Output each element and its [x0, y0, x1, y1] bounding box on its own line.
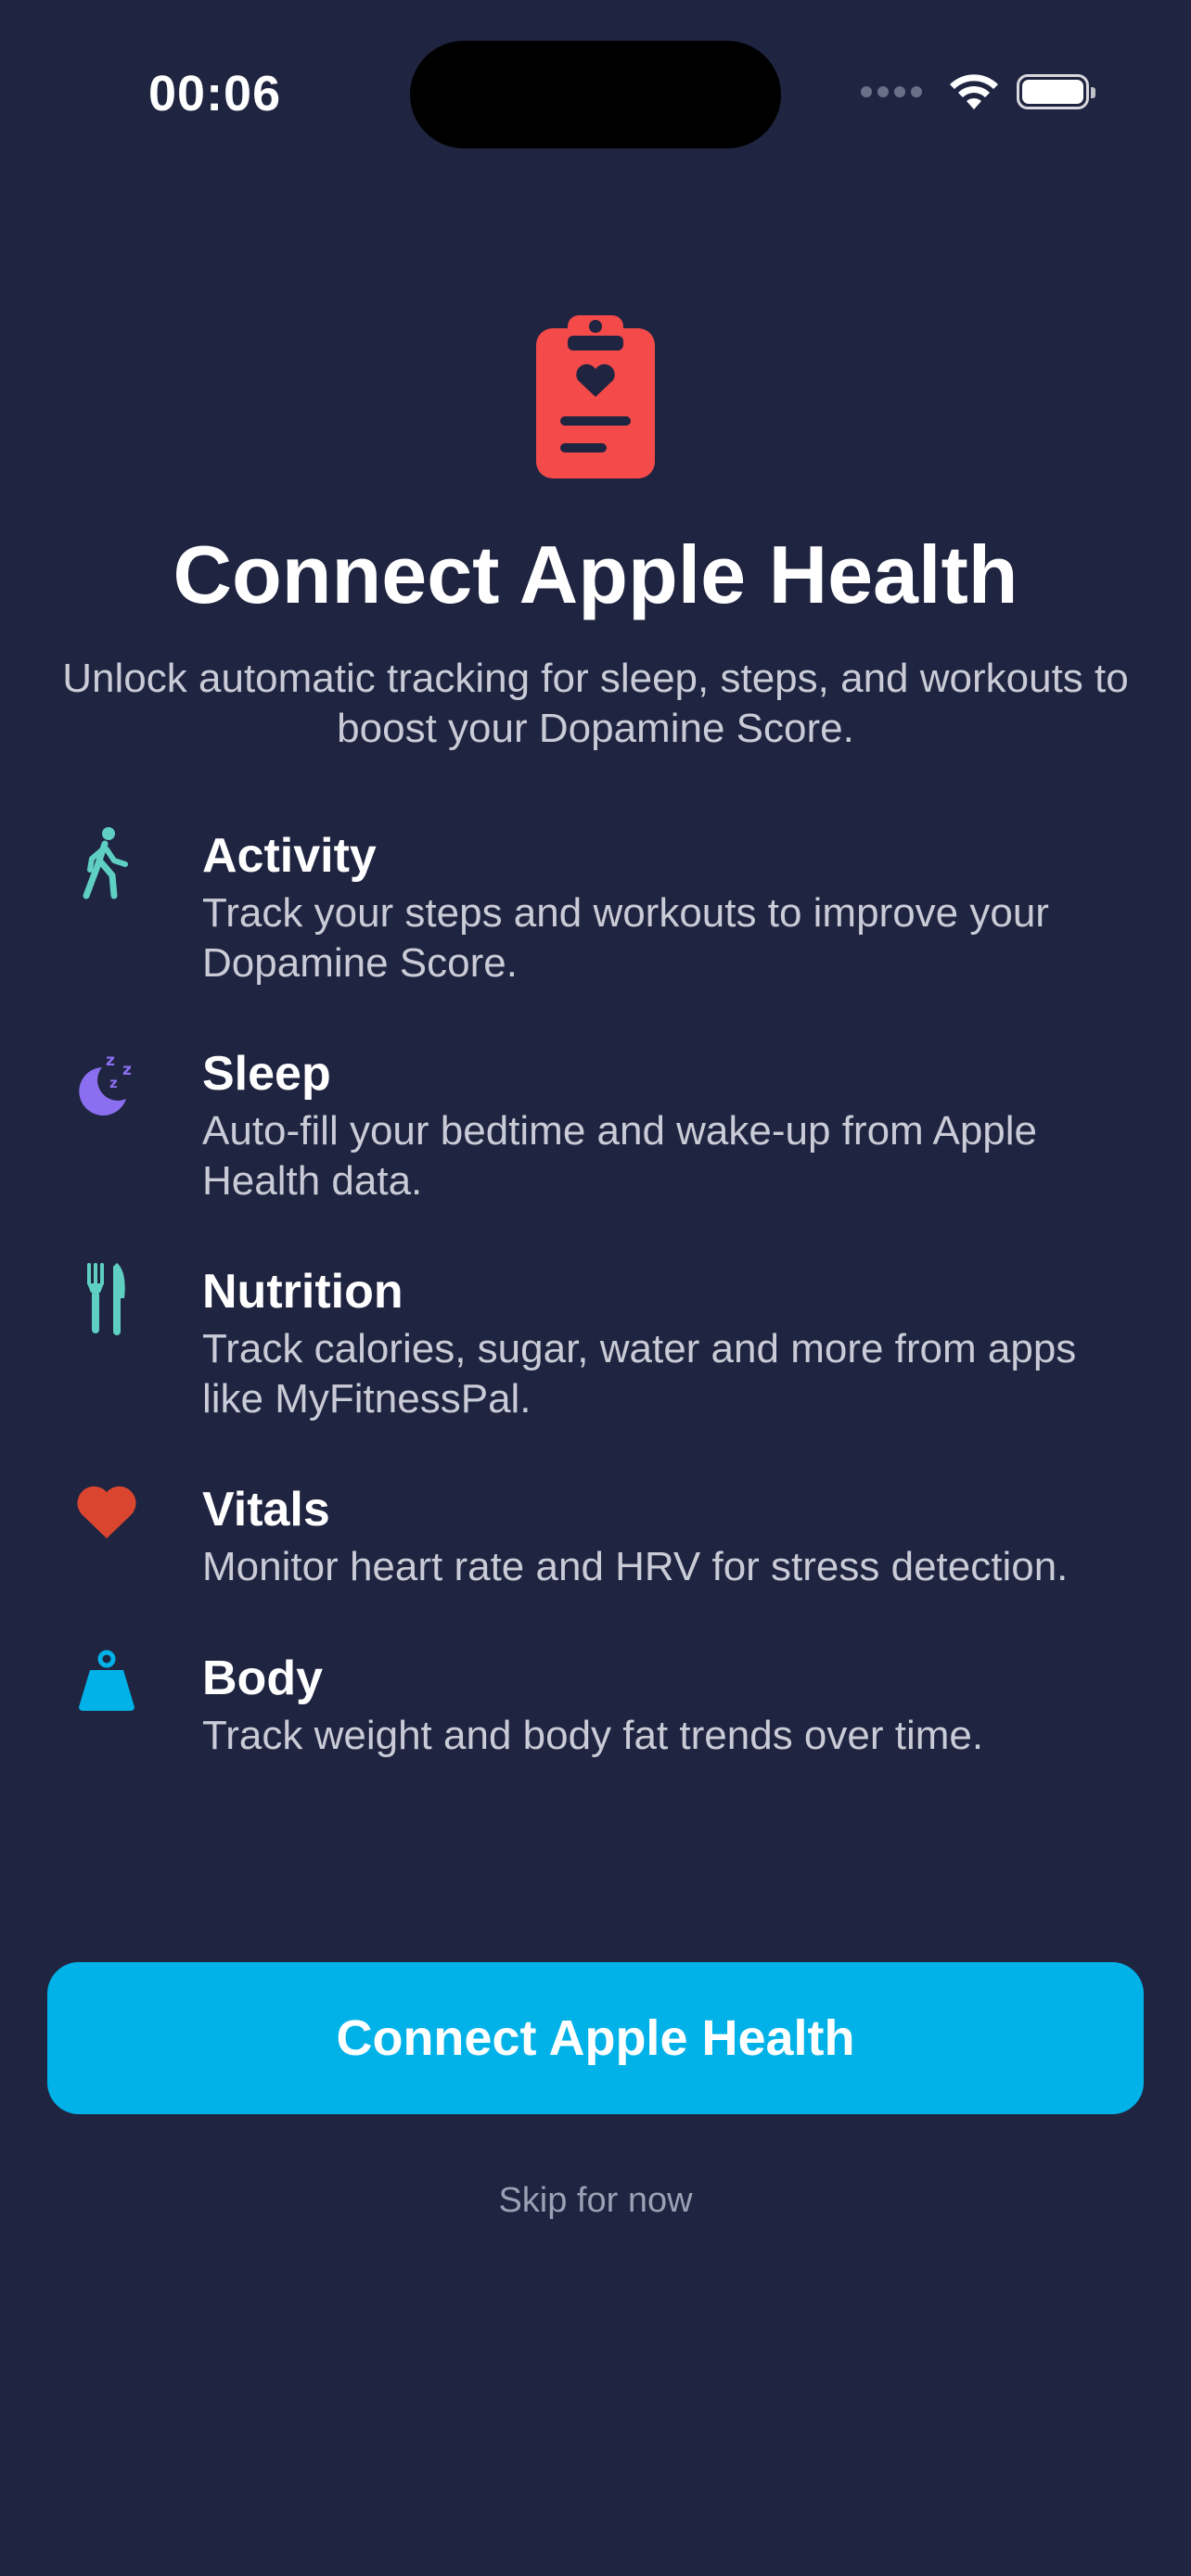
svg-text:z: z	[106, 1052, 115, 1070]
scale-weight-icon	[72, 1644, 141, 1718]
wifi-icon	[950, 74, 998, 109]
status-bar: 00:06	[0, 0, 1191, 195]
battery-icon	[1017, 74, 1095, 109]
feature-title: Vitals	[202, 1483, 330, 1537]
fork-knife-icon	[72, 1261, 141, 1335]
page-title: Connect Apple Health	[173, 529, 1018, 620]
feature-description: Monitor heart rate and HRV for stress de…	[202, 1544, 1069, 1589]
clipboard-heart-icon	[532, 308, 659, 485]
svg-text:z: z	[122, 1061, 132, 1079]
feature-title: Activity	[202, 829, 377, 883]
heart-icon	[72, 1475, 141, 1549]
svg-text:z: z	[109, 1075, 118, 1091]
feature-title: Body	[202, 1651, 323, 1705]
status-indicators	[861, 72, 1095, 111]
feature-description: Track calories, sugar, water and more fr…	[202, 1326, 1077, 1422]
page-subtitle: Unlock automatic tracking for sleep, ste…	[62, 656, 1129, 751]
feature-title: Sleep	[202, 1047, 331, 1101]
feature-description: Track your steps and workouts to improve…	[202, 890, 1049, 986]
cellular-signal-icon	[861, 86, 922, 97]
connect-apple-health-button[interactable]: Connect Apple Health	[47, 1962, 1144, 2114]
walking-figure-icon	[72, 825, 141, 899]
skip-for-now-link[interactable]: Skip for now	[0, 2181, 1191, 2221]
status-time: 00:06	[148, 66, 282, 121]
dynamic-island	[410, 41, 781, 148]
moon-zzz-icon: z z z	[72, 1045, 141, 1119]
feature-title: Nutrition	[202, 1265, 403, 1319]
feature-description: Auto-fill your bedtime and wake-up from …	[202, 1108, 1038, 1204]
feature-description: Track weight and body fat trends over ti…	[202, 1713, 984, 1758]
